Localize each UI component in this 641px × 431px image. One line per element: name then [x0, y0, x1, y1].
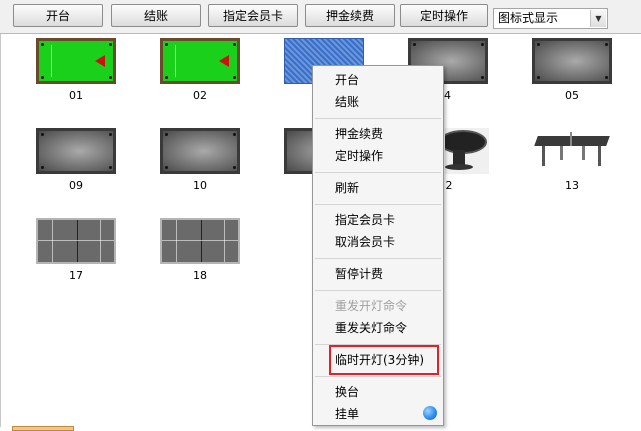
table-tile[interactable]: 10 [160, 128, 240, 194]
menu-item-checkout[interactable]: 结账 [335, 94, 359, 110]
menu-separator [315, 118, 441, 119]
billiard-table-icon [160, 128, 240, 174]
billiard-table-icon [532, 38, 612, 84]
timer-operation-button[interactable]: 定时操作 [400, 4, 488, 27]
toolbar: 开台 结账 指定会员卡 押金续费 定时操作 图标式显示 ▼ [0, 0, 641, 34]
assign-member-card-button[interactable]: 指定会员卡 [208, 4, 298, 27]
menu-separator [315, 204, 441, 205]
menu-item-assign-member-card[interactable]: 指定会员卡 [335, 212, 395, 228]
menu-item-resend-light-off[interactable]: 重发关灯命令 [335, 320, 407, 336]
dropdown-arrow-icon[interactable]: ▼ [590, 10, 606, 27]
court-icon [36, 218, 116, 264]
table-tile[interactable]: 13 [532, 128, 612, 194]
menu-item-temp-light-on[interactable]: 临时开灯(3分钟) [335, 352, 424, 368]
menu-item-open-table[interactable]: 开台 [335, 72, 359, 88]
billiard-table-icon [284, 128, 314, 174]
table-number: 01 [69, 89, 83, 102]
deposit-topup-button[interactable]: 押金续费 [305, 4, 395, 27]
menu-item-cancel-member-card[interactable]: 取消会员卡 [335, 234, 395, 250]
menu-item-pause-billing[interactable]: 暂停计费 [335, 266, 383, 282]
menu-item-switch-table[interactable]: 换台 [335, 384, 359, 400]
table-number: 09 [69, 179, 83, 192]
table-tile[interactable]: 17 [36, 218, 116, 284]
table-tile[interactable]: 01 [36, 38, 116, 104]
context-menu: 开台 结账 押金续费 定时操作 刷新 指定会员卡 取消会员卡 暂停计费 重发开灯… [312, 65, 444, 426]
menu-item-refresh[interactable]: 刷新 [335, 180, 359, 196]
table-number: 05 [565, 89, 579, 102]
table-tile[interactable]: 05 [532, 38, 612, 104]
table-tile[interactable]: 18 [160, 218, 240, 284]
menu-separator [315, 172, 441, 173]
billiard-table-icon [160, 38, 240, 84]
menu-separator [315, 258, 441, 259]
menu-separator [315, 376, 441, 377]
billiard-table-icon [36, 128, 116, 174]
table-number: 02 [193, 89, 207, 102]
menu-separator [315, 290, 441, 291]
table-tile[interactable] [284, 128, 314, 194]
menu-item-timer-operation[interactable]: 定时操作 [335, 148, 383, 164]
table-tile[interactable]: 02 [160, 38, 240, 104]
table-number: 10 [193, 179, 207, 192]
table-number: 13 [565, 179, 579, 192]
menu-item-deposit-topup[interactable]: 押金续费 [335, 126, 383, 142]
view-mode-select[interactable]: 图标式显示 ▼ [493, 8, 608, 29]
view-mode-value: 图标式显示 [498, 11, 559, 25]
billiard-table-icon [36, 38, 116, 84]
status-orb-icon [423, 406, 437, 420]
table-tile[interactable]: 2 [445, 128, 489, 194]
menu-item-resend-light-on: 重发开灯命令 [335, 299, 408, 313]
table-number: 2 [445, 179, 453, 192]
ping-pong-table-icon [532, 128, 612, 174]
checkout-button[interactable]: 结账 [111, 4, 201, 27]
table-tile[interactable]: 09 [36, 128, 116, 194]
round-table-icon [445, 128, 489, 174]
court-icon [160, 218, 240, 264]
bottom-tab[interactable] [12, 426, 74, 431]
table-number: 18 [193, 269, 207, 282]
open-table-button[interactable]: 开台 [13, 4, 103, 27]
table-number: 17 [69, 269, 83, 282]
menu-item-hold-order[interactable]: 挂单 [335, 406, 359, 422]
